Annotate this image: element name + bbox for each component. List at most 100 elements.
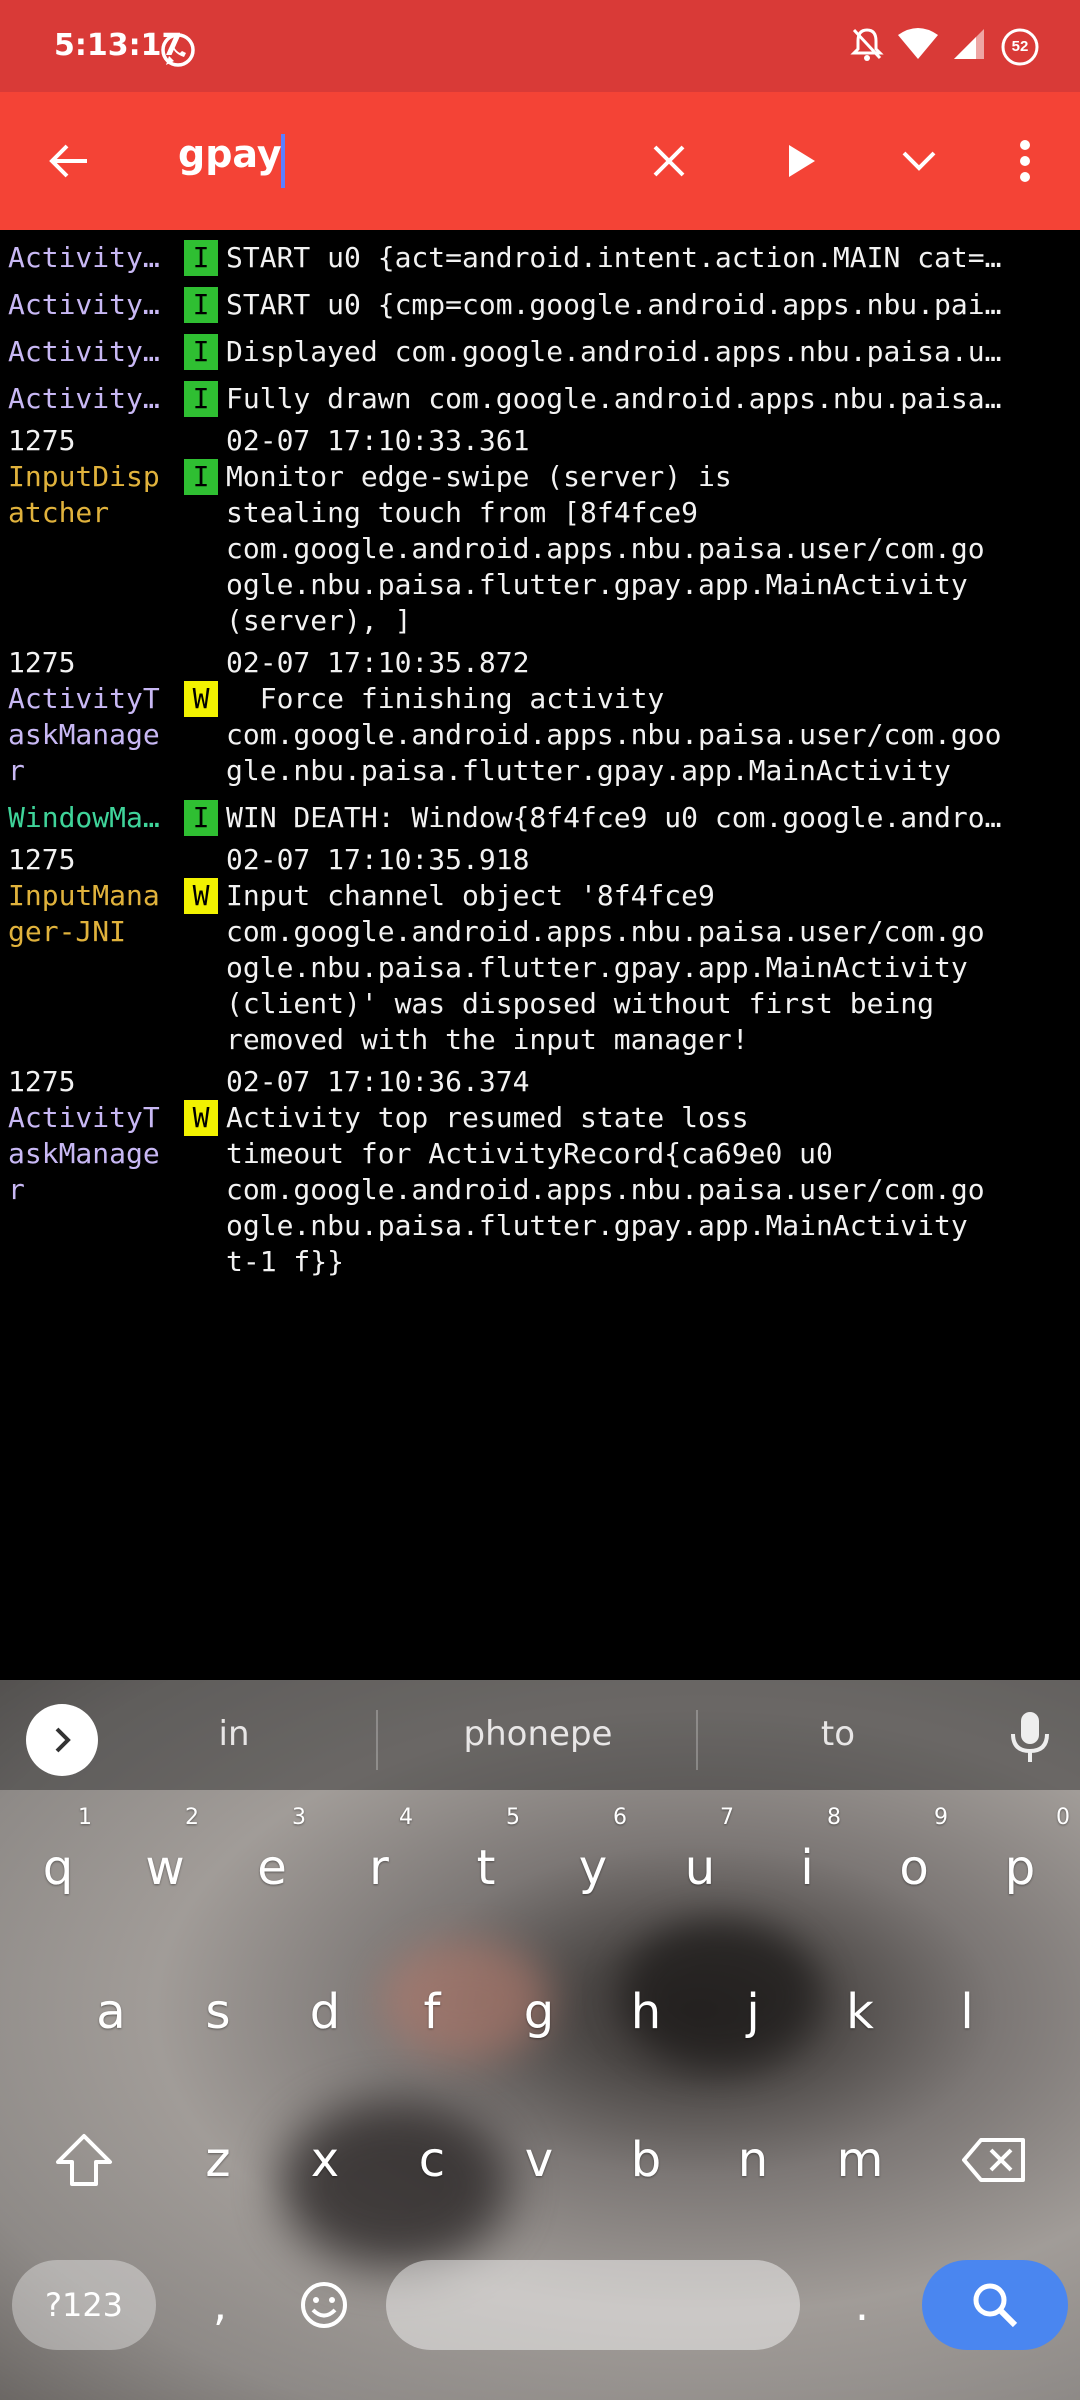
log-message: START u0 {act=android.intent.action.MAIN…: [226, 241, 1002, 274]
log-tag: Activity…: [8, 288, 160, 321]
suggestion-item[interactable]: to: [718, 1714, 958, 1754]
key-g[interactable]: g: [489, 1952, 589, 2072]
log-entry[interactable]: Activity… I Fully drawn com.google.andro…: [0, 381, 1080, 417]
more-vert-icon[interactable]: [990, 126, 1060, 196]
key-v[interactable]: v: [489, 2100, 589, 2220]
key-f[interactable]: f: [382, 1952, 482, 2072]
log-entry[interactable]: 1275 02-07 17:10:35.872 ActivityT askMan…: [0, 645, 1080, 789]
log-entry[interactable]: Activity… I START u0 {act=android.intent…: [0, 240, 1080, 276]
keyboard: in phonepe to q1 w2 e3 r4 t5 y6 u7 i8 o9…: [0, 1680, 1080, 2400]
key-e[interactable]: e3: [222, 1805, 322, 1928]
battery-saver-icon: 52: [1000, 27, 1040, 67]
log-message: Activity top resumed state loss timeout …: [226, 1101, 985, 1278]
back-arrow-icon[interactable]: [34, 126, 104, 196]
suggestion-item[interactable]: phonepe: [418, 1714, 658, 1754]
log-entry[interactable]: Activity… I START u0 {cmp=com.google.and…: [0, 287, 1080, 323]
suggestion-strip: in phonepe to: [0, 1680, 1080, 1790]
signal-icon: [952, 27, 986, 66]
symbols-key[interactable]: ?123: [12, 2260, 156, 2350]
space-bar[interactable]: [386, 2260, 800, 2350]
search-input[interactable]: gpay: [178, 132, 282, 176]
key-p[interactable]: p0: [970, 1805, 1070, 1928]
clear-icon[interactable]: [634, 126, 704, 196]
log-list[interactable]: Activity… I START u0 {act=android.intent…: [0, 230, 1080, 1680]
log-tag: ActivityT askManage r: [8, 682, 160, 787]
log-pid: 1275: [8, 843, 76, 876]
key-k[interactable]: k: [810, 1952, 910, 2072]
log-tag: Activity…: [8, 335, 160, 368]
play-icon[interactable]: [766, 126, 836, 196]
key-y[interactable]: y6: [543, 1805, 643, 1928]
text-cursor: [281, 134, 285, 188]
log-message: WIN DEATH: Window{8f4fce9 u0 com.google.…: [226, 801, 1002, 834]
emoji-key[interactable]: [284, 2260, 364, 2350]
log-level-badge: I: [184, 287, 218, 323]
log-pid: 1275: [8, 1065, 76, 1098]
log-message: Force finishing activity com.google.andr…: [226, 682, 1002, 787]
backspace-icon: [962, 2138, 1025, 2182]
log-pid: 1275: [8, 646, 76, 679]
key-q[interactable]: q1: [8, 1805, 108, 1928]
key-c[interactable]: c: [382, 2100, 482, 2220]
log-entry[interactable]: 1275 02-07 17:10:36.374 ActivityT askMan…: [0, 1064, 1080, 1280]
key-n[interactable]: n: [703, 2100, 803, 2220]
log-tag: InputMana ger-JNI: [8, 879, 160, 948]
key-z[interactable]: z: [168, 2100, 268, 2220]
log-timestamp: 02-07 17:10:33.361: [226, 424, 530, 457]
emoji-icon: [301, 2282, 347, 2328]
log-timestamp: 02-07 17:10:35.918: [226, 843, 530, 876]
log-message: Input channel object '8f4fce9 com.google…: [226, 879, 985, 1056]
key-r[interactable]: r4: [329, 1805, 429, 1928]
suggestion-divider: [696, 1710, 698, 1770]
log-entry[interactable]: 1275 02-07 17:10:33.361 InputDisp atcher…: [0, 423, 1080, 639]
key-j[interactable]: j: [703, 1952, 803, 2072]
key-m[interactable]: m: [810, 2100, 910, 2220]
search-icon: [973, 2283, 1018, 2328]
key-o[interactable]: o9: [864, 1805, 964, 1928]
log-level-badge: W: [184, 681, 218, 717]
shift-key[interactable]: [34, 2100, 134, 2220]
microphone-icon[interactable]: [1008, 1710, 1052, 1769]
toolbar: gpay: [0, 92, 1080, 230]
key-d[interactable]: d: [275, 1952, 375, 2072]
chevron-down-icon[interactable]: [884, 126, 954, 196]
key-t[interactable]: t5: [436, 1805, 536, 1928]
log-entry[interactable]: Activity… I Displayed com.google.android…: [0, 334, 1080, 370]
log-level-badge: W: [184, 878, 218, 914]
key-u[interactable]: u7: [650, 1805, 750, 1928]
key-b[interactable]: b: [596, 2100, 696, 2220]
key-a[interactable]: a: [61, 1952, 161, 2072]
key-x[interactable]: x: [275, 2100, 375, 2220]
suggestion-divider: [376, 1710, 378, 1770]
status-bar: 5:13:17 52: [0, 0, 1080, 92]
log-pid: 1275: [8, 424, 76, 457]
battery-level: 52: [1011, 37, 1029, 55]
shift-icon: [56, 2134, 112, 2186]
log-timestamp: 02-07 17:10:36.374: [226, 1065, 530, 1098]
key-w[interactable]: w2: [115, 1805, 215, 1928]
log-level-badge: I: [184, 459, 218, 495]
log-entry[interactable]: 1275 02-07 17:10:35.918 InputMana ger-JN…: [0, 842, 1080, 1058]
log-message: Displayed com.google.android.apps.nbu.pa…: [226, 335, 1002, 368]
wifi-icon: [898, 27, 938, 66]
period-key[interactable]: .: [822, 2260, 902, 2350]
log-tag: ActivityT askManage r: [8, 1101, 160, 1206]
search-key[interactable]: [922, 2260, 1068, 2350]
log-level-badge: I: [184, 334, 218, 370]
suggestion-item[interactable]: in: [114, 1714, 354, 1754]
log-level-badge: W: [184, 1100, 218, 1136]
expand-toolbar-button[interactable]: [26, 1704, 98, 1776]
log-tag: WindowMa…: [8, 801, 160, 834]
key-h[interactable]: h: [596, 1952, 696, 2072]
chevron-right-icon: [55, 1727, 71, 1753]
comma-key[interactable]: ,: [180, 2260, 260, 2350]
log-message: START u0 {cmp=com.google.android.apps.nb…: [226, 288, 1002, 321]
log-tag: Activity…: [8, 382, 160, 415]
key-i[interactable]: i8: [757, 1805, 857, 1928]
log-tag: InputDisp atcher: [8, 460, 160, 529]
whatsapp-icon: [158, 30, 198, 70]
key-l[interactable]: l: [917, 1952, 1017, 2072]
backspace-key[interactable]: [944, 2100, 1044, 2220]
log-entry[interactable]: WindowMa… I WIN DEATH: Window{8f4fce9 u0…: [0, 800, 1080, 836]
key-s[interactable]: s: [168, 1952, 268, 2072]
